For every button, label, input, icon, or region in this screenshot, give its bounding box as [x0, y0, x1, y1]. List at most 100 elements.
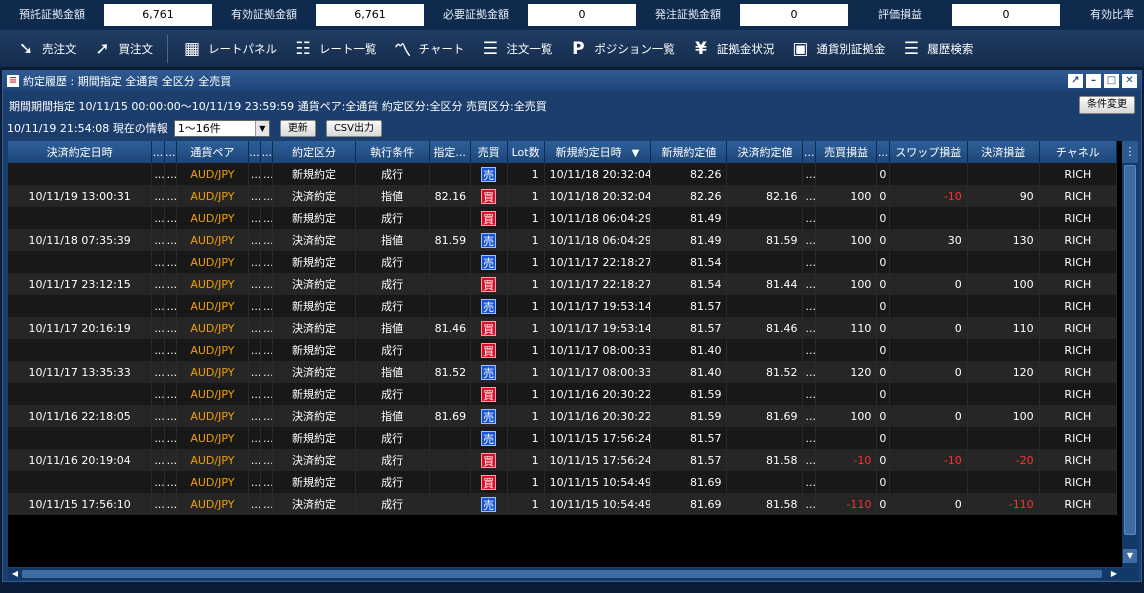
- table-header: 決済約定日時 ... ... 通貨ペア ... ... 約定区分 執行条件 指定…: [8, 141, 1118, 163]
- table-row[interactable]: ...... AUD/JPY...... 新規約定 成行買 1 10/11/15 10:5…: [8, 471, 1118, 493]
- vertical-scrollbar[interactable]: ⋮ ▼: [1122, 141, 1138, 567]
- table-row[interactable]: 10/11/15 17:56:10...... AUD/JPY...... 決済約定…: [8, 493, 1118, 515]
- cell-new-price: 81.49: [650, 207, 728, 229]
- table-row[interactable]: 10/11/19 13:00:31...... AUD/JPY...... 決済約定…: [8, 185, 1118, 207]
- horizontal-scrollbar[interactable]: ◀ ▶: [8, 568, 1138, 580]
- col-swap[interactable]: スワップ損益: [889, 141, 968, 163]
- table-row[interactable]: ...... AUD/JPY...... 新規約定 成行売 1 10/11/18 20:3…: [8, 163, 1118, 185]
- required-margin-value: 0: [528, 4, 636, 26]
- change-conditions-button[interactable]: 条件変更: [1079, 96, 1135, 114]
- table-row[interactable]: ...... AUD/JPY...... 新規約定 成行売 1 10/11/15 17:5…: [8, 427, 1118, 449]
- cell-pl: [815, 339, 878, 361]
- col-spec[interactable]: 指定...: [429, 141, 471, 163]
- chart-label: チャート: [418, 41, 465, 56]
- cell-settle-time: [8, 427, 153, 449]
- cell-hidden: ...: [260, 361, 274, 383]
- minimize-icon[interactable]: –: [1086, 74, 1101, 88]
- scroll-left-icon[interactable]: ◀: [9, 568, 21, 580]
- buy-order-button[interactable]: ➚ 買注文: [87, 34, 160, 64]
- table-row[interactable]: ...... AUD/JPY...... 新規約定 成行買 1 10/11/17 08:0…: [8, 339, 1118, 361]
- table-row[interactable]: 10/11/17 23:12:15...... AUD/JPY...... 決済約定…: [8, 273, 1118, 295]
- table-row[interactable]: 10/11/17 20:16:19...... AUD/JPY...... 決済約定…: [8, 317, 1118, 339]
- history-search-button[interactable]: ☰ 履歴検索: [895, 34, 979, 64]
- cell-hidden: ...: [248, 295, 262, 317]
- col-settle-price[interactable]: 決済約定値: [726, 141, 804, 163]
- table-row[interactable]: ...... AUD/JPY...... 新規約定 成行売 1 10/11/17 22:1…: [8, 251, 1118, 273]
- cell-lot: 1: [507, 295, 545, 317]
- cell-new-price: 82.26: [650, 163, 728, 185]
- cell-channel: RICH: [1039, 361, 1118, 383]
- close-icon[interactable]: ✕: [1122, 74, 1137, 88]
- cell-settle-price: [726, 427, 804, 449]
- scroll-down-icon[interactable]: ▼: [1123, 549, 1137, 563]
- range-select[interactable]: 1～16件 ▼: [173, 119, 270, 137]
- col-exec[interactable]: 執行条件: [355, 141, 430, 163]
- col-kind[interactable]: 約定区分: [272, 141, 356, 163]
- col-settle-pl[interactable]: 決済損益: [967, 141, 1040, 163]
- table-row[interactable]: 10/11/16 20:19:04...... AUD/JPY...... 決済約定…: [8, 449, 1118, 471]
- cell-spec: [429, 471, 471, 493]
- col-new-time[interactable]: 新規約定日時 ▼: [544, 141, 652, 163]
- table-row[interactable]: 10/11/18 07:35:39...... AUD/JPY...... 決済約定…: [8, 229, 1118, 251]
- col-hidden-5[interactable]: ...: [802, 141, 816, 163]
- col-pair[interactable]: 通貨ペア: [176, 141, 249, 163]
- cell-hidden: ...: [248, 383, 262, 405]
- column-settings-icon[interactable]: ⋮: [1122, 141, 1138, 163]
- account-summary-bar: 預託証拠金額 6,761 有効証拠金額 6,761 必要証拠金額 0 発注証拠金…: [0, 0, 1144, 30]
- horizontal-scroll-thumb[interactable]: [22, 570, 1102, 578]
- table-row[interactable]: 10/11/16 22:18:05...... AUD/JPY...... 決済約定…: [8, 405, 1118, 427]
- cell-new-price: 81.57: [650, 317, 728, 339]
- unrealized-pl-value: 0: [952, 4, 1060, 26]
- cell-lot: 1: [507, 251, 545, 273]
- col-new-price[interactable]: 新規約定値: [650, 141, 728, 163]
- col-hidden-1[interactable]: ...: [151, 141, 165, 163]
- cell-spec: 81.46: [429, 317, 471, 339]
- col-side[interactable]: 売買: [470, 141, 508, 163]
- rate-list-button[interactable]: ☷ レート一覧: [287, 34, 383, 64]
- chart-button[interactable]: 〽チャート: [387, 34, 471, 64]
- col-settle-time[interactable]: 決済約定日時: [8, 141, 153, 163]
- csv-export-button[interactable]: CSV出力: [325, 119, 382, 137]
- col-hidden-6[interactable]: ...: [876, 141, 890, 163]
- table-row[interactable]: 10/11/17 13:35:33...... AUD/JPY...... 決済約定…: [8, 361, 1118, 383]
- cell-channel: RICH: [1039, 471, 1118, 493]
- refresh-button[interactable]: 更新: [279, 119, 316, 137]
- buy-badge: 買: [481, 188, 497, 204]
- vertical-scroll-thumb[interactable]: [1124, 165, 1136, 535]
- main-toolbar: ➘ 売注文 ➚ 買注文 ▦ レートパネル ☷ レート一覧 〽チャート ☰ 注文一覧 P ポジ…: [0, 30, 1144, 68]
- currency-margin-button[interactable]: ▣ 通貨別証拠金: [784, 34, 891, 64]
- cell-settle-pl: -110: [967, 493, 1040, 515]
- cell-spec: [429, 493, 471, 515]
- table-row[interactable]: ...... AUD/JPY...... 新規約定 成行買 1 10/11/16 20:3…: [8, 383, 1118, 405]
- window-titlebar[interactable]: ≡ 約定履歴 : 期間指定 全通貨 全区分 全売買 ↗ – □ ✕: [3, 71, 1141, 91]
- cell-channel: RICH: [1039, 317, 1118, 339]
- cell-swap: [889, 295, 968, 317]
- position-p-icon: P: [572, 38, 585, 59]
- rate-panel-button[interactable]: ▦ レートパネル: [176, 34, 283, 64]
- popout-icon[interactable]: ↗: [1068, 74, 1083, 88]
- order-list-button[interactable]: ☰ 注文一覧: [474, 34, 558, 64]
- sell-order-button[interactable]: ➘ 売注文: [10, 34, 83, 64]
- cell-kind: 新規約定: [272, 251, 356, 273]
- cell-side: 売: [470, 361, 508, 383]
- maximize-icon[interactable]: □: [1104, 74, 1119, 88]
- table-row[interactable]: ...... AUD/JPY...... 新規約定 成行買 1 10/11/18 06:0…: [8, 207, 1118, 229]
- col-channel[interactable]: チャネル: [1039, 141, 1118, 163]
- col-hidden-2[interactable]: ...: [164, 141, 177, 163]
- table-row[interactable]: ...... AUD/JPY...... 新規約定 成行売 1 10/11/17 19:5…: [8, 295, 1118, 317]
- scroll-right-icon[interactable]: ▶: [1108, 568, 1120, 580]
- margin-status-button[interactable]: ¥ 証拠金状況: [685, 34, 781, 64]
- col-hidden-3[interactable]: ...: [248, 141, 262, 163]
- cell-settle-pl: 130: [967, 229, 1040, 251]
- cell-settle-pl: 90: [967, 185, 1040, 207]
- col-hidden-4[interactable]: ...: [260, 141, 274, 163]
- col-pl[interactable]: 売買損益: [815, 141, 878, 163]
- sort-desc-icon: ▼: [631, 148, 640, 159]
- cell-hidden: ...: [802, 383, 816, 405]
- cell-pair: AUD/JPY: [176, 427, 249, 449]
- cell-side: 売: [470, 493, 508, 515]
- order-list-label: 注文一覧: [506, 41, 553, 56]
- col-lot[interactable]: Lot数: [507, 141, 545, 163]
- cell-spec: [429, 207, 471, 229]
- position-list-button[interactable]: P ポジション一覧: [562, 34, 681, 64]
